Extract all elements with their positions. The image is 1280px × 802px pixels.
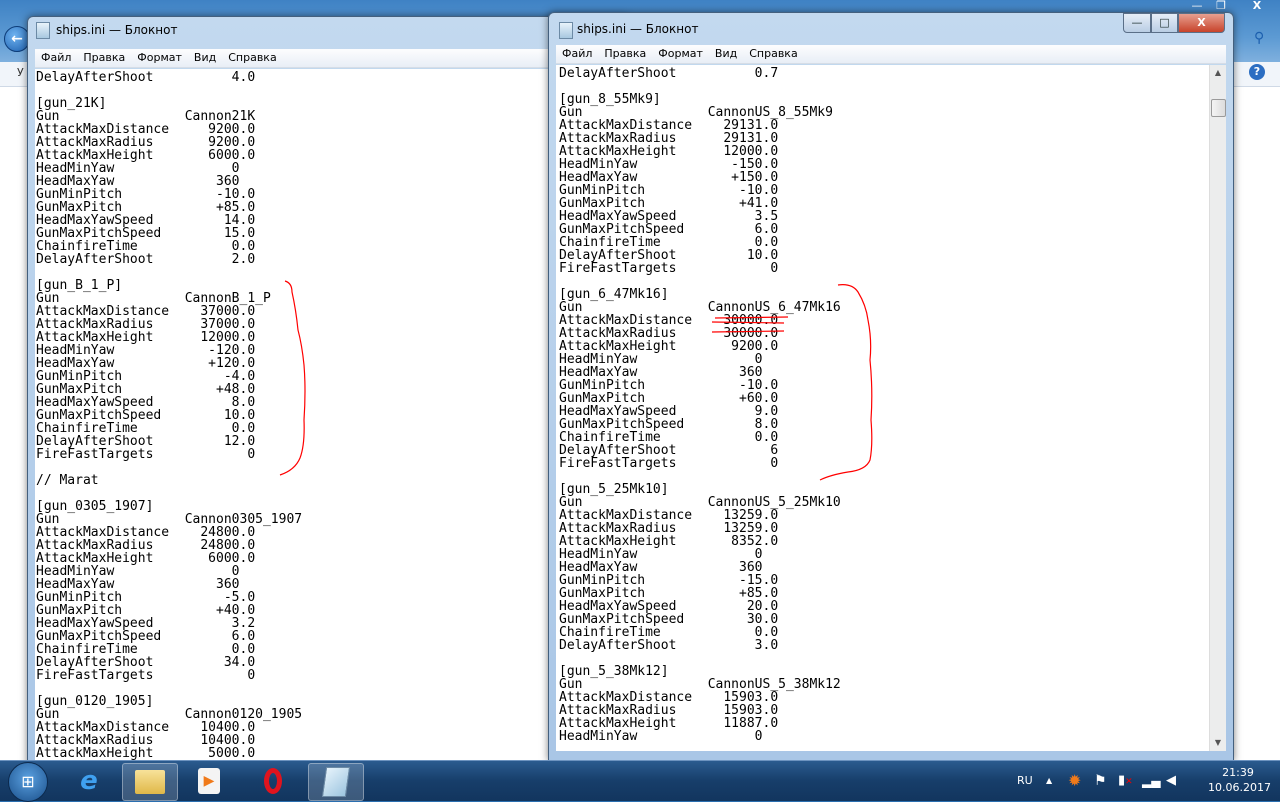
text-line: DelayAfterShoot 0.7 [559,66,779,81]
notepad-window-right: ships.ini — Блокнот — □ X Файл Правка Форм… [548,12,1234,761]
text-line [36,266,628,279]
text-line: HeadMinYaw 0 [559,729,763,744]
menu-view[interactable]: Вид [188,49,222,64]
scroll-down-icon[interactable]: ▼ [1210,735,1226,751]
menu-format[interactable]: Формат [131,49,188,64]
taskbar: ⊞ e ▶ RU ▲ ✹ ⚑ ▮✕ ▂▄ ◀ 21:39 10.06.2017 [0,760,1280,802]
taskbar-notepad[interactable] [308,763,364,801]
media-player-icon: ▶ [198,768,220,794]
internet-explorer-icon: e [80,766,98,796]
opera-icon [264,768,282,794]
notepad-window-left: ships.ini — Блокнот Файл Правка Формат Вид С… [27,16,629,778]
menu-format[interactable]: Формат [652,45,709,60]
text-line: DelayAfterShoot 4.0 [36,70,256,85]
clock-date: 10.06.2017 [1208,781,1271,794]
taskbar-opera[interactable] [246,763,300,799]
text-line: FireFastTargets 0 [36,668,256,683]
text-editor[interactable]: DelayAfterShoot 4.0 [gun_21K] Gun Cannon21… [35,69,628,777]
power-icon[interactable]: ▮✕ [1118,761,1133,801]
file-content: DelayAfterShoot 4.0 [gun_21K] Gun Cannon21… [35,69,628,760]
background-restore-button[interactable]: ❐ [1210,0,1232,12]
menu-bar: Файл Правка Формат Вид Справка [556,45,1226,64]
taskbar-windows-explorer[interactable] [122,763,178,801]
text-line: // Marat [36,473,99,488]
notepad-icon [321,767,351,797]
menu-file[interactable]: Файл [35,49,77,64]
search-icon[interactable]: ⚲ [1254,30,1264,46]
menu-view[interactable]: Вид [709,45,743,60]
menu-help[interactable]: Справка [222,49,282,64]
vertical-scrollbar[interactable]: ▲ ▼ [1209,65,1226,751]
text-line: DelayAfterShoot 3.0 [559,638,779,653]
taskbar-media-player[interactable]: ▶ [182,763,236,799]
action-center-flag-icon[interactable]: ⚑ [1094,761,1107,801]
menu-edit[interactable]: Правка [77,49,131,64]
clock-time: 21:39 [1222,766,1254,779]
text-line: FireFastTargets 0 [559,261,779,276]
text-line [36,461,628,474]
text-line: AttackMaxHeight 5000.0 [36,746,256,761]
language-indicator[interactable]: RU [1017,761,1033,801]
minimize-button[interactable]: — [1123,13,1151,33]
windows-logo-icon: ⊞ [21,772,35,791]
help-icon[interactable]: ? [1249,64,1265,80]
scroll-up-icon[interactable]: ▲ [1210,65,1226,81]
volume-icon[interactable]: ◀ [1166,761,1176,801]
background-minimize-button[interactable]: — [1184,0,1210,12]
text-line: FireFastTargets 0 [36,447,256,462]
menu-bar: Файл Правка Формат Вид Справка [35,49,621,68]
text-line: DelayAfterShoot 2.0 [36,252,256,267]
clock[interactable]: 21:39 10.06.2017 [1208,765,1271,795]
text-editor[interactable]: DelayAfterShoot 0.7 [gun_8_55Mk9] Gun Cann… [556,65,1209,751]
background-close-button[interactable]: X [1234,0,1280,12]
menu-edit[interactable]: Правка [598,45,652,60]
scrollbar-thumb[interactable] [1211,99,1226,117]
menu-help[interactable]: Справка [743,45,803,60]
text-line [36,84,628,97]
error-x-icon: ✕ [1125,777,1133,787]
background-nav-text: У [17,66,24,79]
folder-icon [135,770,165,794]
menu-file[interactable]: Файл [556,45,598,60]
window-controls: — □ X [1123,13,1225,33]
show-hidden-icons-button[interactable]: ▲ [1046,761,1052,801]
notepad-icon [559,22,573,39]
notepad-icon [36,22,50,39]
maximize-button[interactable]: □ [1151,13,1178,33]
taskbar-internet-explorer[interactable]: e [62,763,116,799]
avast-icon[interactable]: ✹ [1068,761,1081,801]
text-line: FireFastTargets 0 [559,456,779,471]
close-button[interactable]: X [1178,13,1225,33]
start-button[interactable]: ⊞ [8,762,48,802]
window-title: ships.ini — Блокнот [577,22,699,36]
window-title: ships.ini — Блокнот [56,23,178,37]
file-content: DelayAfterShoot 0.7 [gun_8_55Mk9] Gun Cann… [556,65,1209,743]
network-signal-icon[interactable]: ▂▄ [1142,761,1160,801]
